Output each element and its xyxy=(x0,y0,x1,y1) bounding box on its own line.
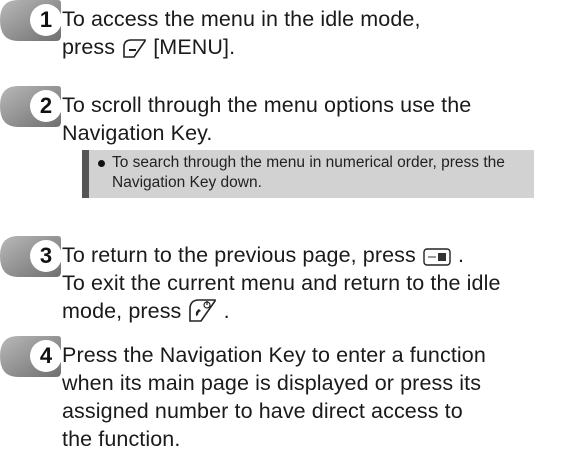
step-2-line-2: Navigation Key. xyxy=(62,121,213,145)
step-3-line-1: To return to the previous page, press . xyxy=(62,241,501,269)
step-2-text: To scroll through the menu options use t… xyxy=(62,91,471,147)
step-3-period: . xyxy=(458,243,465,267)
step-4-line-2: when its main page is displayed or press… xyxy=(62,371,482,395)
step-2-line-1: To scroll through the menu options use t… xyxy=(62,93,472,117)
step-1-line-1: To access the menu in the idle mode, xyxy=(62,7,421,31)
step-1-menu-label: [MENU]. xyxy=(153,35,236,59)
step-3-period-2: . xyxy=(223,299,230,323)
step-3-text: To return to the previous page, press . … xyxy=(62,241,501,325)
step-4-text: Press the Navigation Key to enter a func… xyxy=(62,341,486,453)
step-3-mode-label: mode, press xyxy=(62,299,182,323)
note-accent-bar xyxy=(82,150,89,198)
note-line-2: Navigation Key down. xyxy=(112,174,262,191)
step-1-press-label: press xyxy=(62,35,116,59)
step-1-text: To access the menu in the idle mode, pre… xyxy=(62,5,421,61)
note-box: To search through the menu in numerical … xyxy=(82,150,534,198)
soft-key-icon xyxy=(123,39,146,58)
note-line-1: To search through the menu in numerical … xyxy=(112,154,505,171)
step-4-line-1: Press the Navigation Key to enter a func… xyxy=(62,343,486,367)
step-3-return-label: To return to the previous page, press xyxy=(62,243,416,267)
note-text: To search through the menu in numerical … xyxy=(112,153,528,193)
step-number: 1 xyxy=(39,7,53,32)
step-number: 3 xyxy=(39,243,53,268)
clr-key-icon xyxy=(423,248,451,266)
bullet-icon xyxy=(98,160,105,167)
step-number: 2 xyxy=(39,93,53,118)
step-number-badge: 4 xyxy=(0,336,62,378)
step-3-line-3: mode, press . xyxy=(62,297,501,325)
step-4-line-4: the function. xyxy=(62,427,181,451)
step-number-badge: 2 xyxy=(0,86,62,128)
end-power-key-icon xyxy=(189,299,217,322)
step-4-line-3: assigned number to have direct access to xyxy=(62,399,463,423)
step-3-line-2: To exit the current menu and return to t… xyxy=(62,271,501,295)
step-number: 4 xyxy=(39,343,53,368)
step-number-badge: 1 xyxy=(0,0,62,42)
step-number-badge: 3 xyxy=(0,236,62,278)
step-1-line-2: press [MENU]. xyxy=(62,33,421,61)
